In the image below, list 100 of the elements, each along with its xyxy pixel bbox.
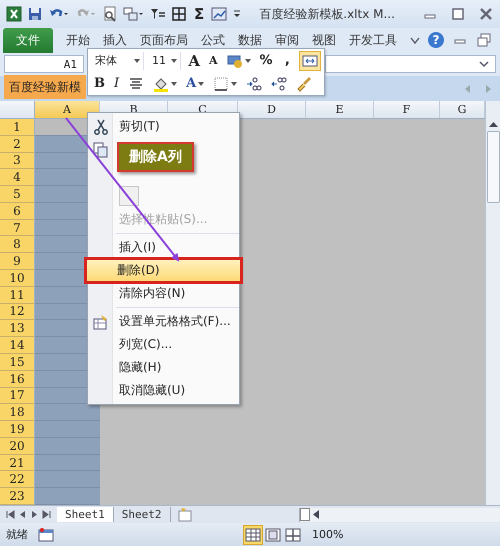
row-header[interactable]: 9 <box>0 253 35 270</box>
column-header[interactable]: E <box>306 101 374 118</box>
caret-icon <box>231 82 238 86</box>
merge-icon <box>302 52 318 68</box>
row-header[interactable]: 14 <box>0 337 35 354</box>
row-header[interactable]: 1 <box>0 119 35 136</box>
row-header[interactable]: 5 <box>0 186 35 203</box>
scroll-left-icon[interactable] <box>313 510 319 519</box>
paintbrush-icon <box>296 76 312 92</box>
font-name-field[interactable]: 宋体 <box>92 52 144 70</box>
menu-item-label: 设置单元格格式(F)... <box>118 313 231 330</box>
row-header[interactable]: 11 <box>0 286 35 304</box>
scrollbar-thumb[interactable] <box>300 508 310 521</box>
horizontal-scrollbar[interactable] <box>299 508 500 522</box>
sheet-tab[interactable]: Sheet1 <box>57 507 114 522</box>
next-sheet-icon[interactable] <box>30 510 39 519</box>
menu-item[interactable]: 剪切(T) <box>88 115 239 138</box>
border-icon <box>213 76 230 92</box>
ribbon-tab[interactable]: 视图 <box>312 32 336 48</box>
zoom-level[interactable]: 100% <box>312 528 344 541</box>
layout-icon[interactable] <box>123 6 145 22</box>
close-icon[interactable] <box>478 6 494 22</box>
view-button[interactable] <box>284 526 302 544</box>
ribbon-tab[interactable]: 插入 <box>103 32 127 48</box>
row-header[interactable]: 4 <box>0 169 35 186</box>
row-header[interactable]: 15 <box>0 354 35 371</box>
increase-decimal-button[interactable] <box>244 74 264 92</box>
workbook-tab[interactable]: 百度经验新模 <box>4 75 86 99</box>
format-button[interactable]: , <box>280 52 296 69</box>
chart-icon[interactable] <box>211 6 228 22</box>
save-icon[interactable] <box>27 6 43 22</box>
row-header[interactable]: 8 <box>0 236 35 254</box>
menu-item[interactable]: 删除(D) <box>86 259 241 282</box>
print-preview-icon[interactable] <box>102 6 118 22</box>
font-size-field[interactable]: 11 <box>148 52 182 70</box>
insert-sheet-icon[interactable] <box>176 506 192 522</box>
format-button[interactable]: % <box>258 52 275 69</box>
row-header[interactable]: 7 <box>0 220 35 236</box>
row-header[interactable]: 3 <box>0 152 35 170</box>
normal-view-icon <box>245 526 261 542</box>
view-button[interactable] <box>244 526 262 544</box>
menu-item-label: 删除(D) <box>116 262 160 279</box>
row-header[interactable]: 2 <box>0 136 35 153</box>
spreadsheet-logo-icon <box>6 6 22 22</box>
increase-decimal-icon <box>246 76 262 92</box>
borders-icon[interactable] <box>171 6 187 22</box>
menu-item[interactable]: 取消隐藏(U) <box>88 379 239 402</box>
row-header[interactable]: 23 <box>0 488 35 505</box>
ribbon-tab[interactable]: 页面布局 <box>140 32 188 48</box>
menu-item[interactable]: 隐藏(H) <box>88 356 239 379</box>
page-break-icon <box>285 526 301 542</box>
row-header[interactable]: 22 <box>0 471 35 488</box>
row-header[interactable]: 6 <box>0 202 35 220</box>
menu-item[interactable]: 插入(I) <box>88 236 239 259</box>
row-header[interactable]: 12 <box>0 304 35 320</box>
bold-button[interactable]: B <box>92 75 107 92</box>
view-button[interactable] <box>264 526 282 544</box>
maximize-icon[interactable] <box>450 6 466 22</box>
merge-center-button[interactable] <box>300 52 320 70</box>
previous-sheet-icon[interactable] <box>18 510 27 519</box>
last-sheet-icon[interactable] <box>42 510 51 519</box>
menu-item-label: 隐藏(H) <box>118 359 162 376</box>
grow-font-button[interactable]: A <box>186 50 202 70</box>
copy-icon <box>92 142 108 158</box>
scroll-up-icon[interactable] <box>488 121 498 127</box>
first-sheet-icon[interactable] <box>6 510 15 519</box>
row-header[interactable]: 16 <box>0 370 35 388</box>
macro-record-icon[interactable] <box>38 526 54 542</box>
menu-item[interactable]: 列宽(C)... <box>88 333 239 356</box>
restore-icon[interactable] <box>476 32 492 48</box>
italic-button[interactable]: I <box>112 75 122 92</box>
menu-item-label: 列宽(C)... <box>118 336 172 353</box>
row-header[interactable]: 19 <box>0 421 35 438</box>
row-header[interactable]: 21 <box>0 454 35 472</box>
row-header[interactable]: 20 <box>0 438 35 455</box>
ribbon-tab[interactable]: 开始 <box>66 32 90 48</box>
shrink-font-button[interactable]: A <box>206 53 220 68</box>
decrease-decimal-button[interactable] <box>269 74 290 92</box>
row-header[interactable]: 13 <box>0 320 35 338</box>
menu-item[interactable]: 清除内容(N) <box>88 282 239 305</box>
sum-button[interactable]: Σ <box>192 5 206 23</box>
file-tab[interactable]: 文件 <box>3 28 53 52</box>
caret-icon <box>198 82 204 86</box>
column-header[interactable]: A <box>35 101 100 118</box>
ribbon-tab[interactable]: 开发工具 <box>349 32 397 48</box>
column-header[interactable]: F <box>374 101 440 118</box>
row-header[interactable]: 10 <box>0 270 35 287</box>
name-box[interactable]: A1 <box>4 55 84 73</box>
ribbon-tab[interactable]: 数据 <box>238 32 262 48</box>
menu-item[interactable]: 设置单元格格式(F)... <box>88 310 239 333</box>
scrollbar-thumb[interactable] <box>486 131 500 203</box>
vertical-scrollbar[interactable] <box>485 101 500 505</box>
row-header[interactable]: 18 <box>0 404 35 422</box>
ribbon-tab[interactable]: 审阅 <box>275 32 299 48</box>
row-header[interactable]: 17 <box>0 388 35 404</box>
menu-item-label: 剪切(T) <box>118 118 160 135</box>
paint-bucket-icon <box>153 76 170 92</box>
font-color-button[interactable]: A <box>184 75 206 92</box>
help-button[interactable]: ? <box>428 32 444 48</box>
ribbon-tab[interactable]: 公式 <box>201 32 225 48</box>
